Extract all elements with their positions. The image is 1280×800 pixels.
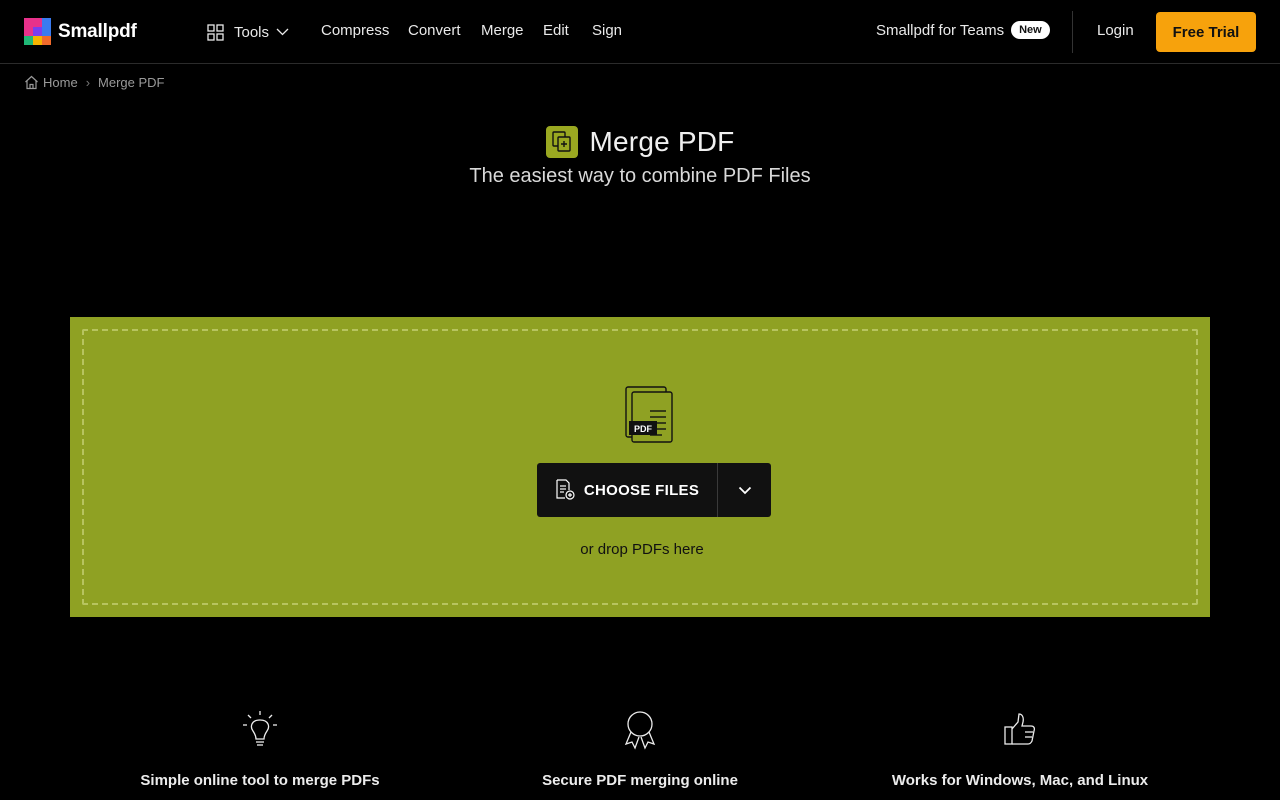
choose-files-button[interactable]: CHOOSE FILES — [537, 463, 717, 517]
choose-files-label: CHOOSE FILES — [583, 481, 700, 499]
nav-link-edit[interactable]: Edit — [543, 22, 569, 39]
pdf-documents-icon: PDF — [625, 386, 673, 443]
feature-simple: Simple online tool to merge PDFs — [70, 710, 450, 789]
tools-label: Tools — [234, 23, 270, 41]
feature-label: Works for Windows, Mac, and Linux — [891, 772, 1149, 789]
nav-link-convert[interactable]: Convert — [408, 22, 461, 39]
choose-source-dropdown[interactable] — [718, 463, 771, 517]
smallpdf-teams-link[interactable]: Smallpdf for Teams New — [876, 21, 1050, 39]
award-ribbon-icon — [624, 711, 656, 750]
nav-divider — [1072, 11, 1073, 53]
page-title: Merge PDF — [589, 126, 735, 157]
page-subtitle: The easiest way to combine PDF Files — [469, 165, 811, 187]
merge-tool-icon — [545, 126, 578, 158]
chevron-down-icon — [276, 28, 289, 36]
breadcrumb-separator: › — [85, 75, 91, 90]
feature-platforms: Works for Windows, Mac, and Linux — [830, 710, 1210, 789]
logo-mark-icon — [24, 18, 51, 45]
pdf-icon-label: PDF — [634, 424, 653, 434]
nav-link-sign[interactable]: Sign — [592, 22, 622, 39]
file-dropzone[interactable]: PDF CHOOSE FILES or drop PDFs here — [70, 317, 1210, 617]
free-trial-button[interactable]: Free Trial — [1156, 12, 1256, 52]
breadcrumb-current: Merge PDF — [98, 75, 165, 90]
breadcrumb-home[interactable]: Home — [43, 75, 78, 90]
tools-menu-button[interactable]: Tools — [207, 22, 289, 42]
file-add-icon — [556, 479, 575, 500]
nav-link-merge[interactable]: Merge — [481, 22, 524, 39]
breadcrumb: Home › Merge PDF — [24, 75, 165, 90]
logo-text: Smallpdf — [58, 20, 137, 42]
nav-link-compress[interactable]: Compress — [321, 22, 389, 39]
feature-secure: Secure PDF merging online — [450, 710, 830, 789]
feature-label: Secure PDF merging online — [542, 772, 738, 789]
page-title-row: Merge PDF — [0, 126, 1280, 158]
smallpdf-logo[interactable]: Smallpdf — [24, 18, 137, 45]
lightbulb-icon — [243, 711, 277, 746]
grid-icon — [207, 23, 224, 41]
choose-files-control: CHOOSE FILES — [537, 463, 771, 517]
dropzone-dashed-area[interactable]: PDF CHOOSE FILES or drop PDFs here — [82, 329, 1198, 605]
drop-hint-text: or drop PDFs here — [580, 541, 704, 558]
feature-label: Simple online tool to merge PDFs — [140, 772, 380, 789]
login-link[interactable]: Login — [1097, 22, 1134, 39]
home-icon — [25, 75, 38, 90]
new-badge: New — [1011, 21, 1050, 39]
thumbs-up-icon — [1004, 713, 1036, 745]
chevron-down-icon — [738, 486, 751, 494]
teams-label: Smallpdf for Teams — [876, 21, 1005, 39]
top-navigation: Smallpdf Tools Compress Convert Merge Ed… — [0, 0, 1280, 64]
